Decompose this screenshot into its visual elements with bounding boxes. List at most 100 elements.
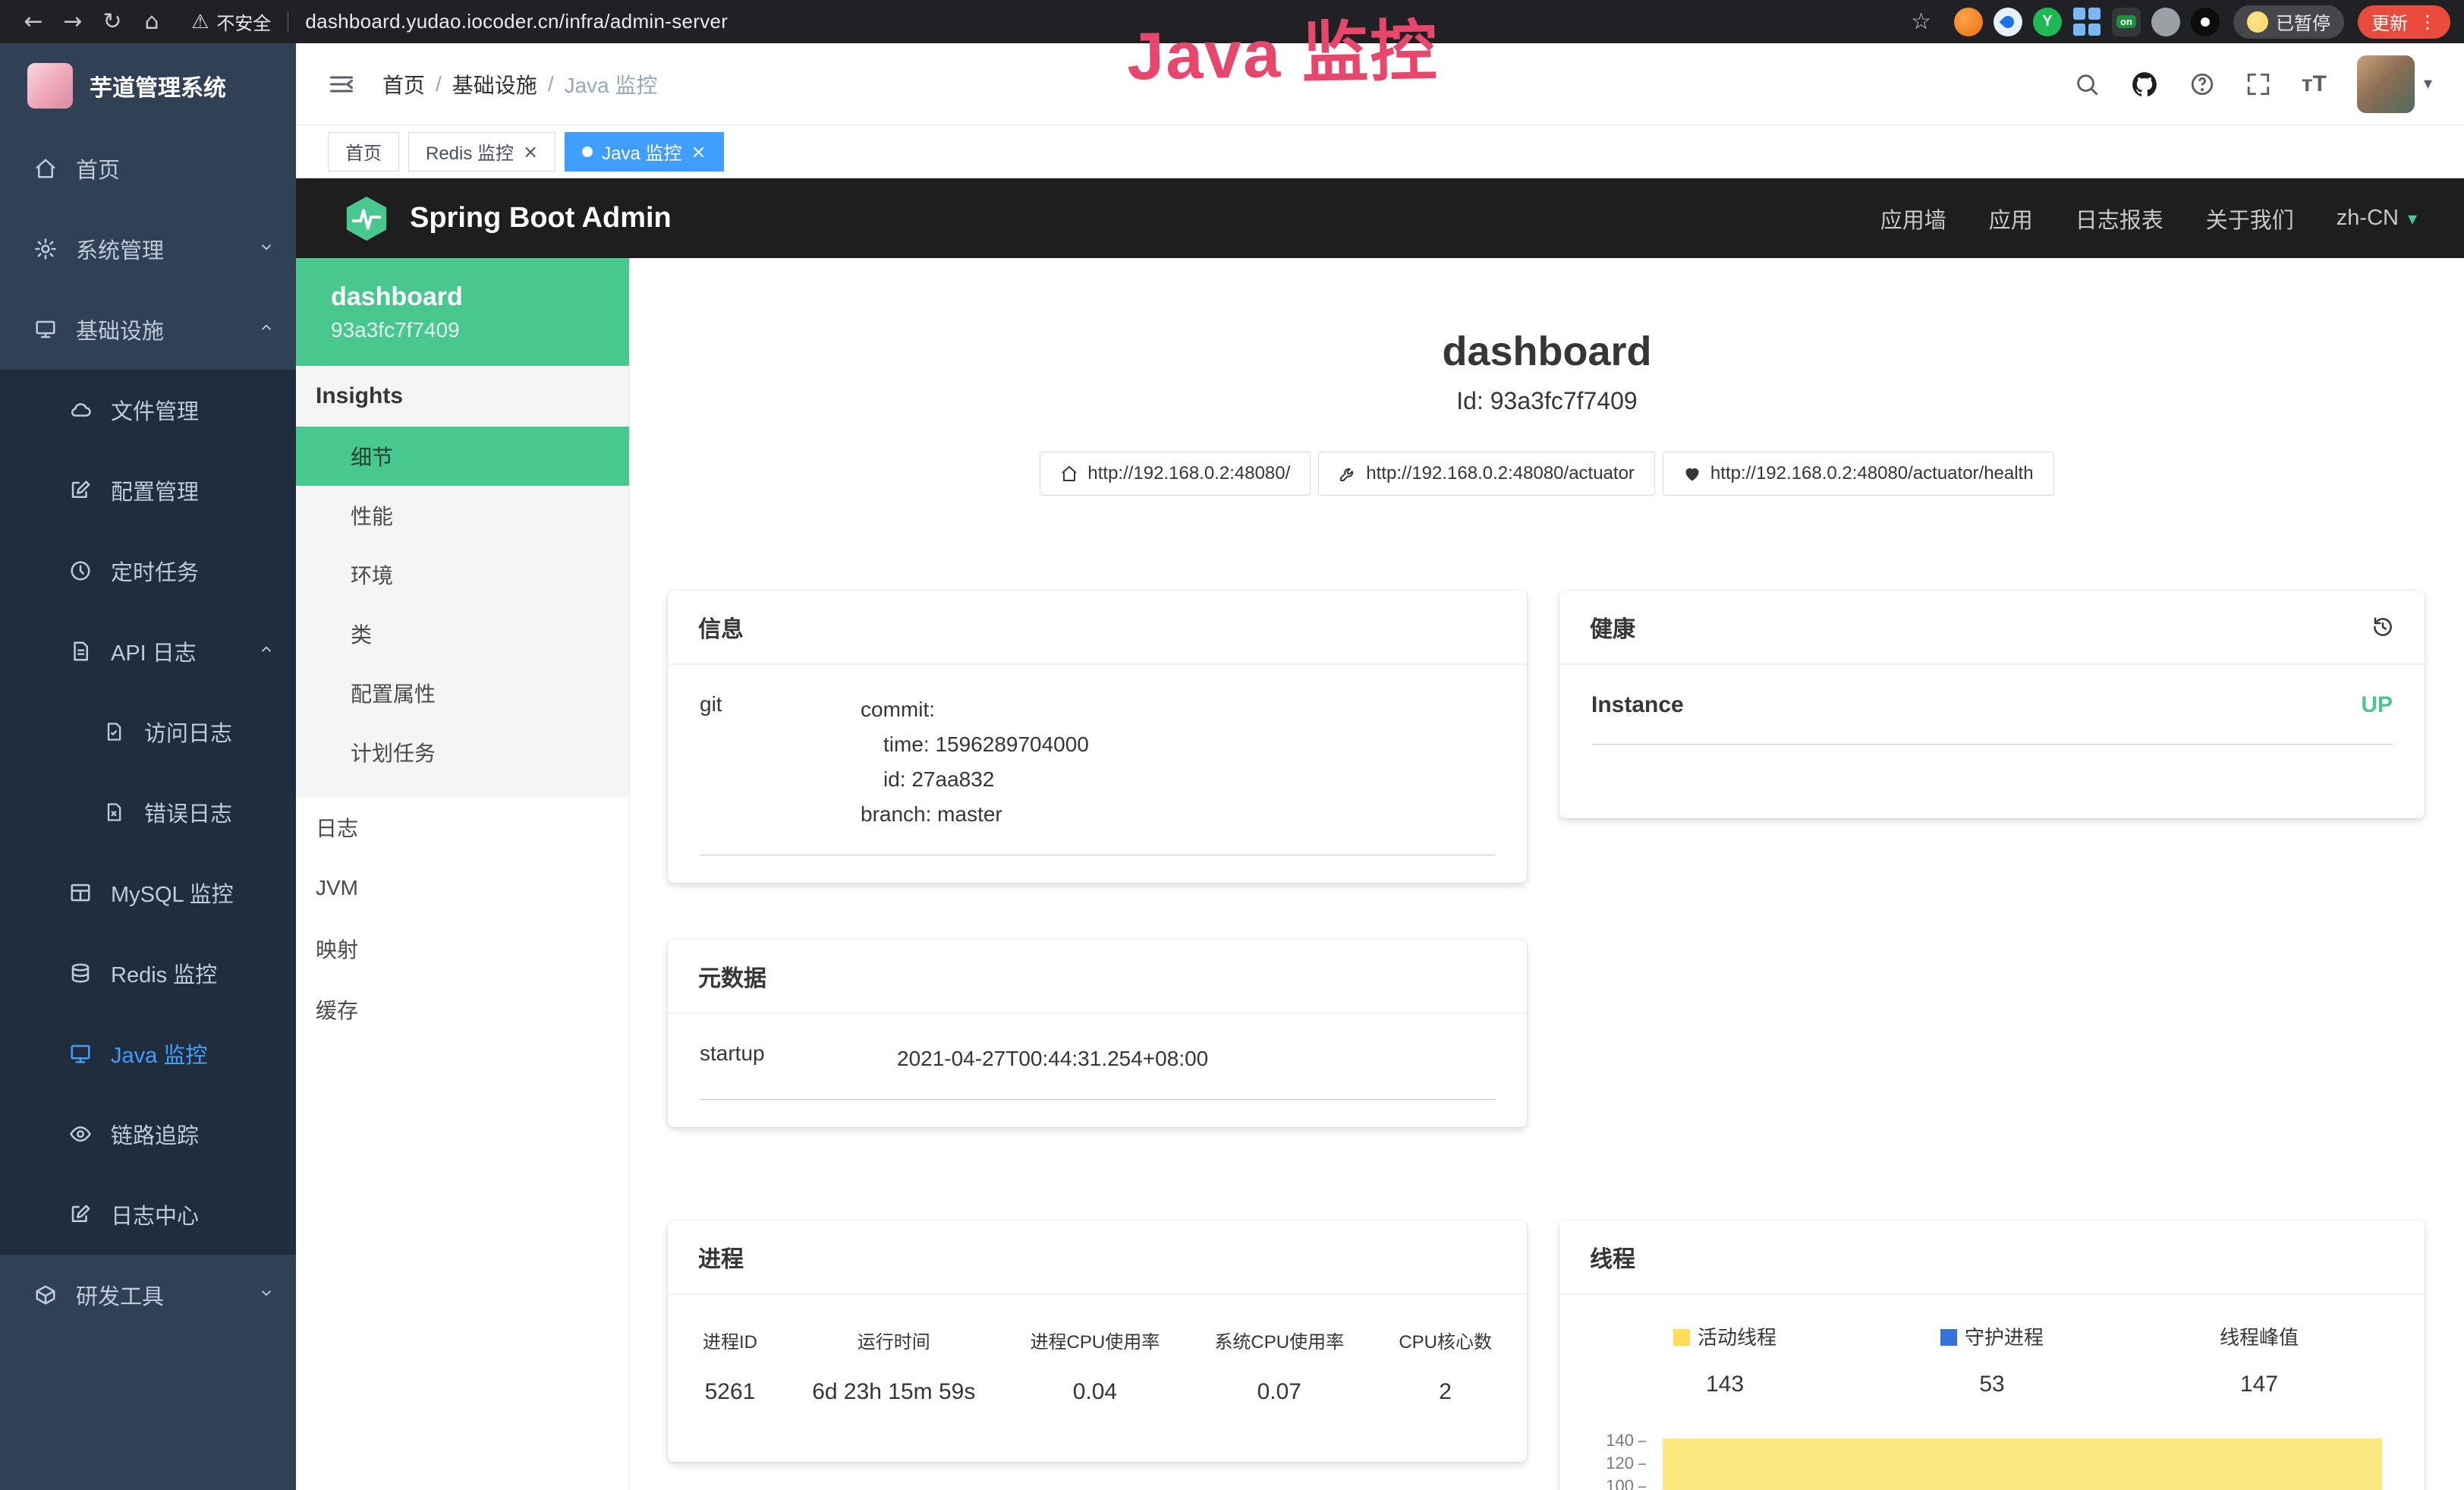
sba-header: Spring Boot Admin 应用墙 应用 日志报表 关于我们 zh-CN… <box>296 178 2464 258</box>
sba-item-mappings[interactable]: 映射 <box>296 918 629 979</box>
sba-nav-applications[interactable]: 应用 <box>1989 203 2033 235</box>
health-status-badge: UP <box>2361 692 2393 718</box>
home-icon <box>32 157 59 180</box>
sba-item-performance[interactable]: 性能 <box>296 486 629 545</box>
sba-item-caches[interactable]: 缓存 <box>296 979 629 1040</box>
sba-item-classes[interactable]: 类 <box>296 604 629 663</box>
health-row: Instance UP <box>1591 692 2393 745</box>
sidebar-item-infrastructure[interactable]: 基础设施 <box>0 289 296 370</box>
forward-icon[interactable]: → <box>53 8 93 35</box>
sba-nav: 应用墙 应用 日志报表 关于我们 zh-CN ▾ <box>1880 203 2417 235</box>
sba-locale-select[interactable]: zh-CN ▾ <box>2337 206 2417 231</box>
edit-document-icon <box>67 1203 94 1226</box>
health-card: 健康 Instance UP <box>1559 591 2425 818</box>
service-url-button[interactable]: http://192.168.0.2:48080/ <box>1040 452 1311 496</box>
actuator-url-button[interactable]: http://192.168.0.2:48080/actuator <box>1318 452 1655 496</box>
extension-drop-icon[interactable] <box>1994 8 2022 36</box>
sidebar-item-mysql-monitor[interactable]: MySQL 监控 <box>0 852 296 933</box>
process-table: 进程ID 5261 运行时间 6d 23h 15m 59s 进程CPU使用率 0… <box>700 1322 1495 1405</box>
sba-instance-header[interactable]: dashboard 93a3fc7f7409 <box>296 258 629 366</box>
sidebar-item-tracing[interactable]: 链路追踪 <box>0 1094 296 1174</box>
close-icon[interactable]: × <box>691 143 706 161</box>
extension-grid-icon[interactable] <box>2072 8 2101 36</box>
help-icon[interactable] <box>2189 71 2215 97</box>
extension-dark-icon[interactable] <box>2191 8 2220 36</box>
sidebar-item-error-logs[interactable]: 错误日志 <box>0 772 296 852</box>
sidebar-item-log-center[interactable]: 日志中心 <box>0 1174 296 1255</box>
sba-item-environment[interactable]: 环境 <box>296 545 629 604</box>
navbar-actions: тT ▾ <box>2074 55 2432 113</box>
user-menu[interactable]: ▾ <box>2357 55 2432 113</box>
tab-redis-monitor[interactable]: Redis 监控 × <box>408 132 555 172</box>
process-col-value: 0.04 <box>1031 1379 1160 1405</box>
back-icon[interactable]: ← <box>14 8 53 35</box>
git-branch-line: branch: master <box>861 797 1089 832</box>
info-card-title: 信息 <box>698 610 744 644</box>
sba-item-logs[interactable]: 日志 <box>296 797 629 858</box>
bookmark-star-icon[interactable]: ☆ <box>1911 8 1931 35</box>
update-button[interactable]: 更新 ⋮ <box>2358 5 2450 39</box>
metadata-row: startup 2021-04-27T00:44:31.254+08:00 <box>700 1041 1495 1100</box>
process-col-header: 系统CPU使用率 <box>1214 1327 1344 1353</box>
extension-gray-icon[interactable] <box>2151 8 2180 36</box>
legend-label: 活动线程 <box>1698 1326 1776 1349</box>
breadcrumb-item[interactable]: 基础设施 <box>452 69 537 99</box>
extension-y-icon[interactable]: Y <box>2033 8 2062 36</box>
process-col-header: 进程CPU使用率 <box>1031 1327 1160 1353</box>
sba-item-scheduled-tasks[interactable]: 计划任务 <box>296 723 629 782</box>
extension-fox-icon[interactable] <box>1954 8 1983 36</box>
legend-peak-threads: 线程峰值 147 <box>2126 1322 2393 1397</box>
sidebar-item-scheduled-jobs[interactable]: 定时任务 <box>0 531 296 611</box>
instance-links: http://192.168.0.2:48080/ http://192.168… <box>630 452 2464 496</box>
sba-item-details[interactable]: 细节 <box>296 427 629 486</box>
breadcrumb-item[interactable]: 首页 <box>382 69 425 99</box>
tab-home[interactable]: 首页 <box>328 132 399 172</box>
process-column: 系统CPU使用率 0.07 <box>1214 1327 1344 1405</box>
git-time-line: time: 1596289704000 <box>861 727 1089 762</box>
instance-subtitle: Id: 93a3fc7f7409 <box>630 387 2464 415</box>
kebab-menu-icon[interactable]: ⋮ <box>2418 11 2437 33</box>
process-card-header: 进程 <box>668 1221 1527 1295</box>
sba-brand[interactable]: Spring Boot Admin <box>410 202 672 235</box>
sba-nav-about[interactable]: 关于我们 <box>2206 203 2294 235</box>
sidebar-item-config-mgmt[interactable]: 配置管理 <box>0 450 296 531</box>
sidebar-item-label: 配置管理 <box>111 474 199 506</box>
search-icon[interactable] <box>2074 71 2100 97</box>
fullscreen-icon[interactable] <box>2245 71 2271 97</box>
process-col-value: 5261 <box>703 1379 757 1405</box>
history-icon[interactable] <box>2371 616 2394 638</box>
paused-badge[interactable]: 已暂停 <box>2233 5 2344 39</box>
sidebar-item-redis-monitor[interactable]: Redis 监控 <box>0 933 296 1013</box>
health-card-header: 健康 <box>1559 591 2425 665</box>
sba-nav-wallboard[interactable]: 应用墙 <box>1880 203 1946 235</box>
close-icon[interactable]: × <box>523 143 538 161</box>
sidebar-item-file-mgmt[interactable]: 文件管理 <box>0 370 296 450</box>
tab-java-monitor[interactable]: Java 监控 × <box>565 132 723 172</box>
sidebar-item-label: 基础设施 <box>76 313 164 345</box>
address-bar[interactable]: dashboard.yudao.iocoder.cn/infra/admin-s… <box>305 10 728 33</box>
process-card-title: 进程 <box>698 1240 744 1274</box>
sidebar-item-system-mgmt[interactable]: 系统管理 <box>0 209 296 289</box>
refresh-icon[interactable]: ↻ <box>93 8 132 35</box>
github-icon[interactable] <box>2130 70 2159 99</box>
sidebar-item-java-monitor[interactable]: Java 监控 <box>0 1013 296 1094</box>
sba-item-config-props[interactable]: 配置属性 <box>296 663 629 723</box>
health-url-label: http://192.168.0.2:48080/actuator/health <box>1710 463 2034 484</box>
sba-logo-icon <box>343 195 390 242</box>
browser-home-icon[interactable]: ⌂ <box>132 8 172 35</box>
health-url-button[interactable]: http://192.168.0.2:48080/actuator/health <box>1663 452 2054 496</box>
sba-nav-journal[interactable]: 日志报表 <box>2075 203 2163 235</box>
font-size-icon[interactable]: тT <box>2302 71 2327 97</box>
breadcrumb-separator: / <box>436 72 442 96</box>
extension-on-switch-icon[interactable]: on <box>2112 8 2141 36</box>
sidebar-item-home[interactable]: 首页 <box>0 128 296 209</box>
sidebar-item-dev-tools[interactable]: 研发工具 <box>0 1255 296 1335</box>
process-col-header: 进程ID <box>703 1327 757 1353</box>
sidebar-item-access-logs[interactable]: 访问日志 <box>0 691 296 772</box>
sidebar-item-label: 文件管理 <box>111 394 199 426</box>
hamburger-icon[interactable] <box>328 71 355 98</box>
sba-item-jvm[interactable]: JVM <box>296 858 629 918</box>
legend-value: 143 <box>1591 1372 1858 1397</box>
security-chip[interactable]: ⚠ 不安全 <box>191 8 271 35</box>
sidebar-item-api-logs[interactable]: API 日志 <box>0 611 296 691</box>
